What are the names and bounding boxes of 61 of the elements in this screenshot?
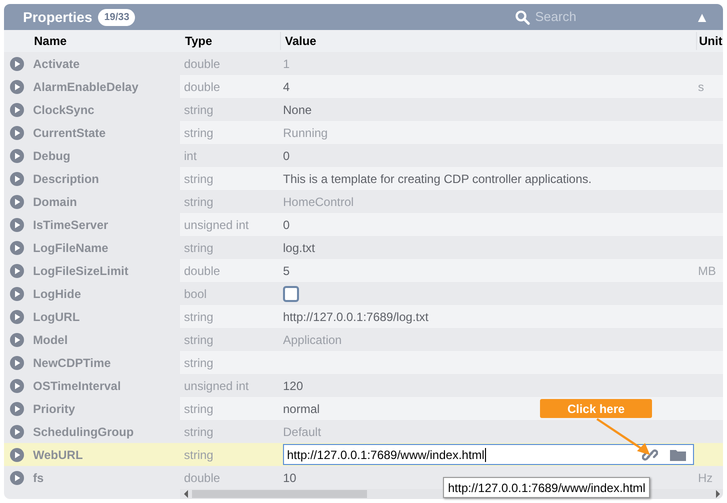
type-text: double: [183, 262, 222, 280]
type-text: string: [183, 332, 214, 348]
value-text: Application: [283, 332, 342, 348]
property-name: LogFileSizeLimit: [33, 262, 128, 280]
property-name: Activate: [33, 56, 80, 72]
type-text: string: [183, 446, 214, 464]
type-text: string: [183, 424, 214, 440]
value-text: normal: [283, 400, 320, 418]
count-badge: 19/33: [98, 8, 136, 26]
value-text: HomeControl: [283, 194, 354, 210]
property-name: IsTimeServer: [33, 216, 108, 234]
value-text: This is a template for creating CDP controller applications.: [283, 170, 592, 188]
property-name: CurrentState: [33, 124, 106, 142]
property-name: Priority: [33, 400, 76, 418]
property-name: ClockSync: [33, 102, 94, 118]
property-name: fs: [33, 470, 44, 486]
type-text: string: [183, 194, 214, 210]
value-text: 120: [283, 378, 304, 394]
type-text: string: [183, 124, 214, 142]
property-name: OSTimeInterval: [33, 378, 121, 394]
property-name: Domain: [33, 194, 78, 210]
value-text: 4: [283, 78, 290, 96]
click-here-callout: Click here: [540, 399, 652, 418]
value-text: log.txt: [283, 240, 316, 256]
value-text: 5: [283, 262, 290, 280]
type-text: unsigned int: [183, 216, 250, 234]
type-text: string: [183, 308, 214, 326]
type-text: int: [183, 148, 198, 164]
type-text: string: [183, 240, 214, 256]
unit-text: s: [698, 80, 704, 94]
type-text: double: [183, 470, 222, 486]
value-text: 0: [283, 216, 290, 234]
type-text: unsigned int: [183, 378, 250, 394]
property-name: Description: [33, 170, 100, 188]
value-text: None: [283, 102, 312, 118]
unit-text: MB: [698, 264, 716, 278]
url-tooltip: http://127.0.0.1:7689/www/index.html: [443, 477, 650, 498]
property-name: LogFileName: [33, 240, 108, 256]
panel-title: Properties: [23, 8, 92, 27]
unit-text: Hz: [698, 470, 713, 484]
value-text: Default: [283, 424, 322, 440]
type-text: bool: [183, 286, 208, 302]
property-name: LogHide: [33, 286, 81, 302]
type-text: string: [183, 400, 214, 418]
property-name: Debug: [33, 148, 70, 164]
value-text: 10: [283, 470, 296, 486]
type-text: string: [183, 102, 214, 118]
property-name: Model: [33, 332, 68, 348]
property-name: SchedulingGroup: [33, 424, 134, 440]
property-name: NewCDPTime: [33, 354, 111, 372]
property-name: WebURL: [33, 446, 83, 464]
type-text: double: [183, 78, 222, 96]
type-text: string: [183, 354, 214, 372]
type-text: string: [183, 170, 214, 188]
property-name: AlarmEnableDelay: [33, 78, 138, 96]
value-text: Running: [283, 124, 328, 142]
value-text: 0: [283, 148, 290, 164]
value-text: 1: [283, 56, 290, 72]
property-name: LogURL: [33, 308, 80, 326]
type-text: double: [183, 56, 222, 72]
value-text: http://127.0.0.1:7689/log.txt: [283, 308, 428, 326]
